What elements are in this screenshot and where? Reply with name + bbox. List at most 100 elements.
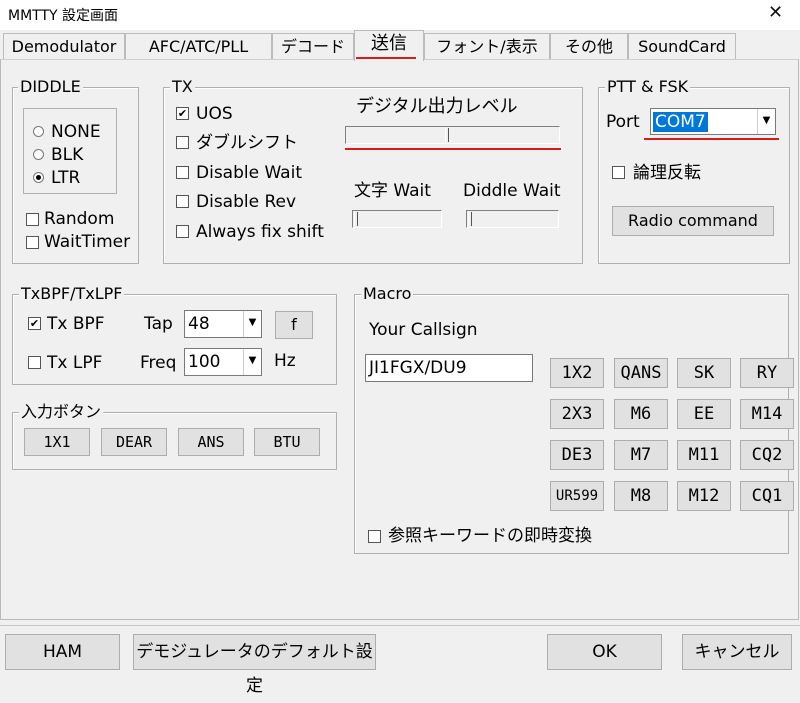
tab-label: 送信 (371, 33, 407, 54)
tab-label: フォント/表示 (436, 37, 538, 56)
diddle-wait-slider[interactable] (466, 210, 559, 228)
chevron-down-icon[interactable]: ▼ (243, 349, 261, 375)
tap-label: Tap (144, 314, 173, 334)
digital-level-slider[interactable] (345, 126, 560, 144)
ham-label: HAM (42, 642, 83, 662)
macro-button[interactable]: M12 (677, 481, 731, 511)
macro-group-label: Macro (361, 284, 414, 303)
invert-checkbox[interactable] (612, 166, 625, 179)
immediate-convert-checkbox[interactable] (368, 530, 381, 543)
macro-button[interactable]: M14 (740, 399, 794, 429)
button-label: ANS (197, 433, 225, 451)
macro-button[interactable]: CQ1 (740, 481, 794, 511)
hz-label: Hz (274, 351, 296, 371)
macro-button-label: EE (693, 404, 715, 424)
chevron-down-icon[interactable]: ▼ (243, 311, 261, 337)
tab-soundcard[interactable]: SoundCard (628, 33, 736, 60)
freq-label: Freq (140, 353, 177, 373)
char-wait-label: 文字 Wait (354, 181, 431, 201)
macro-button-label: UR599 (555, 488, 599, 504)
macro-button[interactable]: UR599 (550, 481, 604, 511)
tab-label: デコード (280, 37, 345, 56)
button-label: 1X1 (43, 433, 71, 451)
macro-button[interactable]: QANS (614, 358, 668, 388)
input-button-btu[interactable]: BTU (254, 428, 320, 456)
filter-f-button[interactable]: f (275, 311, 313, 339)
port-annotation-underline (644, 138, 779, 140)
title-bar (0, 0, 800, 30)
immediate-convert-label: 参照キーワードの即時変換 (388, 526, 592, 546)
radio-command-button[interactable]: Radio command (612, 206, 774, 236)
input-button-ans[interactable]: ANS (178, 428, 244, 456)
tab-annotation-underline (356, 57, 416, 59)
always-fix-shift-checkbox[interactable] (176, 225, 189, 238)
tx-lpf-checkbox[interactable] (28, 356, 41, 369)
button-label: BTU (273, 433, 301, 451)
macro-button[interactable]: 2X3 (550, 399, 604, 429)
input-button-dear[interactable]: DEAR (101, 428, 167, 456)
chevron-down-icon[interactable]: ▼ (757, 109, 775, 134)
disable-rev-label: Disable Rev (196, 192, 297, 212)
diddle-wait-thumb[interactable] (468, 212, 472, 226)
radio-none[interactable] (33, 126, 44, 137)
default-demodulator-button[interactable]: デモジュレータのデフォルト設定 (133, 634, 376, 696)
close-icon[interactable]: ✕ (768, 2, 783, 23)
always-fix-shift-label: Always fix shift (196, 222, 324, 242)
uos-checkbox[interactable]: ✔ (176, 107, 189, 120)
macro-button[interactable]: CQ2 (740, 440, 794, 470)
macro-button[interactable]: M8 (614, 481, 668, 511)
ptt-group-label: PTT & FSK (605, 77, 691, 96)
macro-button[interactable]: M11 (677, 440, 731, 470)
tab-label: AFC/ATC/PLL (148, 37, 249, 56)
window-title: MMTTY 設定画面 (8, 8, 119, 24)
cancel-label: キャンセル (694, 642, 780, 662)
macro-button[interactable]: SK (677, 358, 731, 388)
macro-button-label: 1X2 (561, 363, 593, 383)
double-shift-checkbox[interactable] (176, 136, 189, 149)
radio-blk[interactable] (33, 149, 44, 160)
disable-rev-checkbox[interactable] (176, 195, 189, 208)
tab-font-display[interactable]: フォント/表示 (424, 33, 550, 60)
radio-none-label: NONE (51, 122, 101, 142)
macro-button-label: M6 (630, 404, 652, 424)
port-value: COM7 (653, 112, 708, 132)
callsign-input[interactable]: JI1FGX/DU9 (365, 354, 533, 382)
macro-button[interactable]: DE3 (550, 440, 604, 470)
ham-button[interactable]: HAM (5, 634, 120, 670)
macro-button[interactable]: M7 (614, 440, 668, 470)
tx-bpf-checkbox[interactable]: ✔ (28, 317, 41, 330)
tab-other[interactable]: その他 (550, 33, 628, 60)
tab-demodulator[interactable]: Demodulator (3, 33, 125, 60)
tab-decode[interactable]: デコード (272, 33, 354, 60)
char-wait-slider[interactable] (352, 210, 442, 228)
macro-button-label: M12 (688, 486, 720, 506)
tx-bpf-label: Tx BPF (47, 314, 105, 334)
macro-button-label: M14 (751, 404, 783, 424)
macro-button-label: CQ2 (751, 445, 783, 465)
waittimer-checkbox[interactable] (26, 236, 39, 249)
macro-button[interactable]: EE (677, 399, 731, 429)
tab-label: Demodulator (11, 37, 117, 56)
macro-button[interactable]: M6 (614, 399, 668, 429)
disable-wait-checkbox[interactable] (176, 166, 189, 179)
macro-button[interactable]: RY (740, 358, 794, 388)
callsign-label: Your Callsign (369, 320, 478, 340)
waittimer-label: WaitTimer (44, 232, 131, 252)
tap-select[interactable]: 48 ▼ (184, 310, 262, 338)
random-checkbox[interactable] (26, 213, 39, 226)
radio-ltr[interactable] (33, 172, 44, 183)
freq-select[interactable]: 100 ▼ (184, 348, 262, 376)
macro-button-label: M7 (630, 445, 652, 465)
tab-label: その他 (564, 37, 613, 56)
footer-separator (0, 625, 800, 626)
digital-level-thumb[interactable] (445, 128, 450, 142)
char-wait-thumb[interactable] (354, 212, 358, 226)
port-select[interactable]: COM7 ▼ (650, 108, 776, 135)
macro-button[interactable]: 1X2 (550, 358, 604, 388)
port-label: Port (606, 112, 640, 132)
macro-button-label: CQ1 (751, 486, 783, 506)
cancel-button[interactable]: キャンセル (682, 634, 792, 670)
input-button-1x1[interactable]: 1X1 (24, 428, 90, 456)
tab-afc[interactable]: AFC/ATC/PLL (125, 33, 272, 60)
ok-button[interactable]: OK (547, 634, 662, 670)
